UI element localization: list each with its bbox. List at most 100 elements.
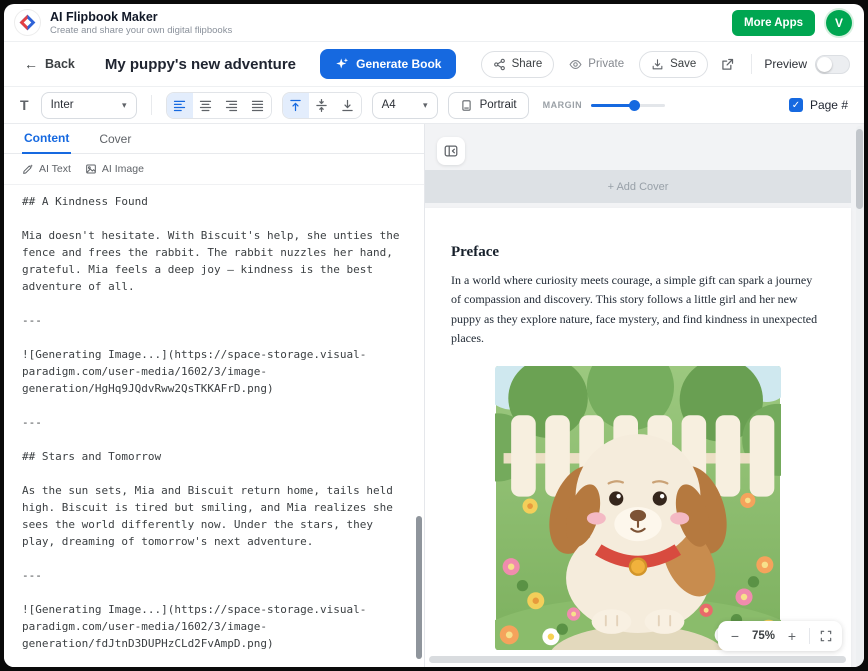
format-divider bbox=[151, 95, 152, 115]
document-toolbar: ← Back My puppy's new adventure Generate… bbox=[4, 42, 864, 87]
book-page: Preface In a world where curiosity meets… bbox=[425, 208, 851, 667]
ai-image-label: AI Image bbox=[102, 163, 144, 175]
font-select[interactable]: Inter ▾ bbox=[41, 92, 137, 119]
slider-fill bbox=[591, 104, 634, 107]
pages-panel-toggle-icon bbox=[443, 143, 459, 159]
editor-scrollbar-thumb[interactable] bbox=[416, 516, 422, 658]
align-right-button[interactable] bbox=[219, 93, 245, 118]
add-cover-placeholder[interactable]: + Add Cover bbox=[425, 170, 851, 203]
back-button[interactable]: ← Back bbox=[16, 50, 83, 78]
fit-view-icon bbox=[819, 629, 833, 643]
ai-text-label: AI Text bbox=[39, 163, 71, 175]
align-justify-icon bbox=[250, 98, 265, 113]
save-icon bbox=[651, 58, 664, 71]
app-window: AI Flipbook Maker Create and share your … bbox=[4, 4, 864, 667]
zoom-out-button[interactable]: − bbox=[727, 628, 743, 644]
share-button[interactable]: Share bbox=[481, 51, 555, 78]
margin-control: MARGIN bbox=[543, 98, 666, 112]
ai-text-button[interactable]: AI Text bbox=[22, 163, 71, 175]
share-label: Share bbox=[512, 58, 543, 70]
preview-label: Preview bbox=[764, 57, 807, 71]
open-external-button[interactable] bbox=[716, 53, 739, 76]
eye-icon bbox=[569, 58, 582, 71]
toolbar-divider bbox=[751, 54, 752, 74]
app-subtitle: Create and share your own digital flipbo… bbox=[50, 25, 232, 36]
zoom-divider bbox=[809, 628, 810, 644]
app-title: AI Flipbook Maker bbox=[50, 10, 232, 24]
fit-view-button[interactable] bbox=[819, 629, 833, 643]
orientation-label: Portrait bbox=[480, 99, 517, 111]
valign-top-icon bbox=[288, 98, 303, 113]
puppy-image bbox=[495, 366, 781, 650]
tab-cover[interactable]: Cover bbox=[97, 126, 133, 153]
sparkle-icon bbox=[335, 57, 349, 71]
save-button[interactable]: Save bbox=[639, 51, 708, 78]
more-apps-button[interactable]: More Apps bbox=[732, 10, 815, 36]
preview-scrollbar-thumb[interactable] bbox=[856, 129, 863, 209]
valign-middle-icon bbox=[314, 98, 329, 113]
private-button[interactable]: Private bbox=[562, 51, 631, 78]
save-label: Save bbox=[670, 58, 696, 70]
tab-content[interactable]: Content bbox=[22, 125, 71, 154]
align-left-button[interactable] bbox=[167, 93, 193, 118]
orientation-button[interactable]: Portrait bbox=[448, 92, 529, 119]
generate-book-button[interactable]: Generate Book bbox=[320, 49, 456, 79]
format-toolbar: T Inter ▾ bbox=[4, 87, 864, 124]
valign-bottom-button[interactable] bbox=[335, 93, 361, 118]
share-icon bbox=[493, 58, 506, 71]
zoom-level: 75% bbox=[752, 630, 775, 642]
align-right-icon bbox=[224, 98, 239, 113]
pages-panel-toggle-button[interactable] bbox=[437, 137, 465, 165]
valign-bottom-icon bbox=[340, 98, 355, 113]
markdown-editor[interactable]: ## A Kindness Found Mia doesn't hesitate… bbox=[4, 185, 424, 667]
valign-top-button[interactable] bbox=[283, 93, 309, 118]
editor-tabs: Content Cover bbox=[4, 124, 424, 154]
ai-image-button[interactable]: AI Image bbox=[85, 163, 144, 175]
app-header: AI Flipbook Maker Create and share your … bbox=[4, 4, 864, 42]
align-justify-button[interactable] bbox=[245, 93, 271, 118]
align-left-icon bbox=[172, 98, 187, 113]
align-center-button[interactable] bbox=[193, 93, 219, 118]
font-select-value: Inter bbox=[51, 99, 74, 111]
preview-horizontal-scrollbar[interactable] bbox=[429, 656, 846, 663]
margin-slider[interactable] bbox=[591, 98, 665, 112]
diamond-logo-icon bbox=[18, 13, 37, 32]
valign-middle-button[interactable] bbox=[309, 93, 335, 118]
chevron-down-icon: ▾ bbox=[122, 100, 127, 111]
preview-vertical-scrollbar[interactable] bbox=[856, 126, 863, 665]
generate-book-label: Generate Book bbox=[356, 57, 441, 71]
document-actions: Share Private Save bbox=[481, 51, 850, 78]
page-body-text: In a world where curiosity meets courage… bbox=[451, 271, 825, 349]
avatar[interactable]: V bbox=[826, 10, 852, 36]
private-label: Private bbox=[588, 58, 624, 70]
margin-label: MARGIN bbox=[543, 100, 583, 110]
external-link-icon bbox=[720, 57, 735, 72]
text-align-group bbox=[166, 92, 272, 119]
ai-image-icon bbox=[85, 163, 97, 175]
editor-panel: Content Cover AI Text bbox=[4, 124, 425, 667]
ai-text-icon bbox=[22, 163, 34, 175]
zoom-controls: − 75% + bbox=[718, 621, 842, 651]
toggle-knob bbox=[817, 57, 832, 72]
zoom-in-button[interactable]: + bbox=[784, 628, 800, 644]
vertical-align-group bbox=[282, 92, 362, 119]
slider-thumb[interactable] bbox=[629, 100, 640, 111]
text-format-icon[interactable]: T bbox=[18, 97, 31, 113]
main-area: Content Cover AI Text bbox=[4, 124, 864, 667]
checkbox-checked-icon: ✓ bbox=[789, 98, 803, 112]
align-center-icon bbox=[198, 98, 213, 113]
document-title[interactable]: My puppy's new adventure bbox=[105, 56, 296, 73]
app-titles: AI Flipbook Maker Create and share your … bbox=[50, 10, 232, 36]
page-number-label: Page # bbox=[810, 98, 848, 112]
page-number-checkbox[interactable]: ✓ Page # bbox=[789, 98, 848, 112]
app-logo-icon bbox=[14, 9, 41, 36]
back-label: Back bbox=[45, 57, 75, 71]
page-size-value: A4 bbox=[382, 99, 396, 111]
back-arrow-icon: ← bbox=[24, 56, 38, 72]
preview-toggle[interactable] bbox=[815, 55, 850, 74]
puppy-illustration bbox=[495, 366, 781, 650]
portrait-page-icon bbox=[460, 99, 473, 112]
page-size-select[interactable]: A4 ▾ bbox=[372, 92, 438, 119]
editor-scrollbar[interactable] bbox=[416, 244, 422, 663]
ai-tools-row: AI Text AI Image bbox=[4, 154, 424, 185]
